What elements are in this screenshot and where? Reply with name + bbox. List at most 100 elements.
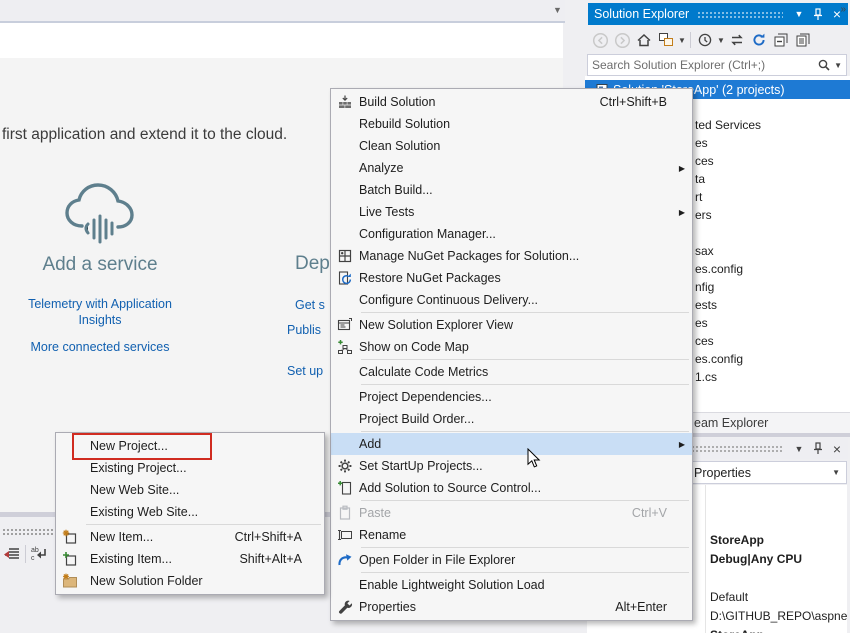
home-icon[interactable] [633, 29, 655, 51]
pending-changes-filter-icon[interactable] [694, 29, 716, 51]
nuget-restore-icon [335, 270, 355, 286]
telemetry-link[interactable]: Telemetry with Application Insights [10, 296, 190, 328]
menu-item-label: Enable Lightweight Solution Load [359, 578, 545, 592]
menu-item-existing-item[interactable]: Existing Item...Shift+Alt+A [56, 548, 324, 570]
menu-item-rename[interactable]: Rename [331, 524, 692, 546]
menu-item-rebuild-solution[interactable]: Rebuild Solution [331, 113, 692, 135]
menu-item-batch-build[interactable]: Batch Build... [331, 179, 692, 201]
search-box[interactable]: Search Solution Explorer (Ctrl+;) ▼ [587, 54, 847, 76]
tree-item-fragment[interactable]: es.config [695, 350, 743, 368]
property-value[interactable]: Debug|Any CPU [710, 550, 802, 569]
filter-chevron-icon[interactable]: ▼ [716, 29, 726, 51]
menu-item-paste: PasteCtrl+V [331, 502, 692, 524]
close-icon[interactable]: × [829, 441, 845, 457]
property-value[interactable]: D:\GITHUB_REPO\aspne [710, 607, 847, 626]
no-icon [335, 182, 355, 198]
dropdown-selected-value: Properties [694, 466, 751, 480]
menu-item-configure-continuous-delivery[interactable]: Configure Continuous Delivery... [331, 289, 692, 311]
menu-item-enable-lightweight-solution-load[interactable]: Enable Lightweight Solution Load [331, 574, 692, 596]
properties-pages-icon[interactable] [792, 29, 814, 51]
menu-item-new-solution-explorer-view[interactable]: New Solution Explorer View [331, 314, 692, 336]
menu-item-clean-solution[interactable]: Clean Solution [331, 135, 692, 157]
menu-item-label: Paste [359, 506, 391, 520]
window-position-chevron-icon[interactable]: ▼ [791, 441, 807, 457]
tree-item-fragment[interactable]: ers [695, 206, 712, 224]
tree-item-fragment[interactable]: es [695, 314, 708, 332]
add-a-service-title[interactable]: Add a service [0, 254, 200, 276]
menu-item-set-startup-projects[interactable]: Set StartUp Projects... [331, 455, 692, 477]
get-started-link-fragment[interactable]: Get s [295, 298, 325, 312]
svg-text:ab: ab [31, 547, 39, 554]
menu-item-show-on-code-map[interactable]: Show on Code Map [331, 336, 692, 358]
collapse-all-icon[interactable] [770, 29, 792, 51]
window-position-chevron-icon[interactable]: ▼ [791, 6, 807, 22]
output-lines-icon[interactable] [2, 544, 22, 564]
refresh-icon[interactable] [748, 29, 770, 51]
tree-item-fragment[interactable]: 1.cs [695, 368, 717, 386]
deploy-title-fragment[interactable]: Dep [295, 253, 330, 275]
menu-item-restore-nuget-packages[interactable]: Restore NuGet Packages [331, 267, 692, 289]
tree-item-fragment[interactable]: ces [695, 332, 714, 350]
tree-item-fragment[interactable]: sax [695, 242, 714, 260]
pin-icon[interactable] [810, 6, 826, 22]
publish-link-fragment[interactable]: Publis [287, 323, 321, 337]
search-icon[interactable]: ▼ [817, 58, 846, 73]
setup-link-fragment[interactable]: Set up [287, 364, 323, 378]
menu-item-add-solution-to-source-control[interactable]: Add Solution to Source Control... [331, 477, 692, 499]
tree-item-fragment[interactable]: es [695, 134, 708, 152]
toolbar-overflow-icon[interactable]: » [840, 4, 846, 15]
menu-item-live-tests[interactable]: Live Tests▶ [331, 201, 692, 223]
menu-item-existing-web-site[interactable]: Existing Web Site... [56, 501, 324, 523]
submenu-arrow-icon: ▶ [679, 440, 685, 449]
grid-column-divider[interactable] [705, 485, 706, 633]
menu-item-build-solution[interactable]: Build SolutionCtrl+Shift+B [331, 91, 692, 113]
menu-item-add[interactable]: Add▶ [331, 433, 692, 455]
menu-item-project-build-order[interactable]: Project Build Order... [331, 408, 692, 430]
switch-views-icon[interactable] [655, 29, 677, 51]
no-icon [335, 577, 355, 593]
forward-icon[interactable] [611, 29, 633, 51]
no-icon [335, 116, 355, 132]
property-value[interactable]: StoreApp [710, 531, 764, 550]
no-icon [335, 160, 355, 176]
more-connected-services-link[interactable]: More connected services [10, 340, 190, 354]
menu-item-label: Show on Code Map [359, 340, 469, 354]
property-value[interactable]: StoreApp [710, 626, 764, 633]
menu-item-label: Rebuild Solution [359, 117, 450, 131]
menu-item-new-item[interactable]: New Item...Ctrl+Shift+A [56, 526, 324, 548]
menu-item-project-dependencies[interactable]: Project Dependencies... [331, 386, 692, 408]
menu-item-properties[interactable]: PropertiesAlt+Enter [331, 596, 692, 618]
menu-separator [361, 384, 689, 385]
no-icon [335, 364, 355, 380]
pin-icon[interactable] [810, 441, 826, 457]
tree-item-fragment[interactable]: ted Services [695, 116, 761, 134]
highlight-red-box [72, 433, 212, 460]
menu-item-existing-project[interactable]: Existing Project... [56, 457, 324, 479]
tree-item-fragment[interactable]: nfig [695, 278, 714, 296]
menu-item-manage-nuget-packages-for-solution[interactable]: Manage NuGet Packages for Solution... [331, 245, 692, 267]
menu-item-new-solution-folder[interactable]: New Solution Folder [56, 570, 324, 592]
tree-item-fragment[interactable]: rt [695, 188, 702, 206]
sync-with-active-document-icon[interactable] [726, 29, 748, 51]
no-icon [335, 411, 355, 427]
panel-grip[interactable] [2, 528, 54, 536]
menu-item-open-folder-in-file-explorer[interactable]: Open Folder in File Explorer [331, 549, 692, 571]
tree-item-fragment[interactable]: ces [695, 152, 714, 170]
menu-item-shortcut: Ctrl+Shift+B [600, 95, 667, 109]
tab-team-explorer[interactable]: eam Explorer [694, 416, 768, 430]
tab-overflow-chevron-icon[interactable]: ▼ [553, 5, 562, 15]
property-value[interactable]: Default [710, 588, 748, 607]
word-wrap-icon[interactable]: abc [29, 544, 49, 564]
menu-item-new-web-site[interactable]: New Web Site... [56, 479, 324, 501]
solution-explorer-title-bar[interactable]: Solution Explorer ▼ × [588, 3, 848, 25]
menu-item-label: New Solution Folder [90, 574, 203, 588]
tree-item-fragment[interactable]: ta [695, 170, 705, 188]
menu-item-label: Project Dependencies... [359, 390, 492, 404]
menu-item-analyze[interactable]: Analyze▶ [331, 157, 692, 179]
menu-item-calculate-code-metrics[interactable]: Calculate Code Metrics [331, 361, 692, 383]
switch-views-chevron-icon[interactable]: ▼ [677, 29, 687, 51]
tree-item-fragment[interactable]: ests [695, 296, 717, 314]
menu-item-configuration-manager[interactable]: Configuration Manager... [331, 223, 692, 245]
tree-item-fragment[interactable]: es.config [695, 260, 743, 278]
back-icon[interactable] [589, 29, 611, 51]
